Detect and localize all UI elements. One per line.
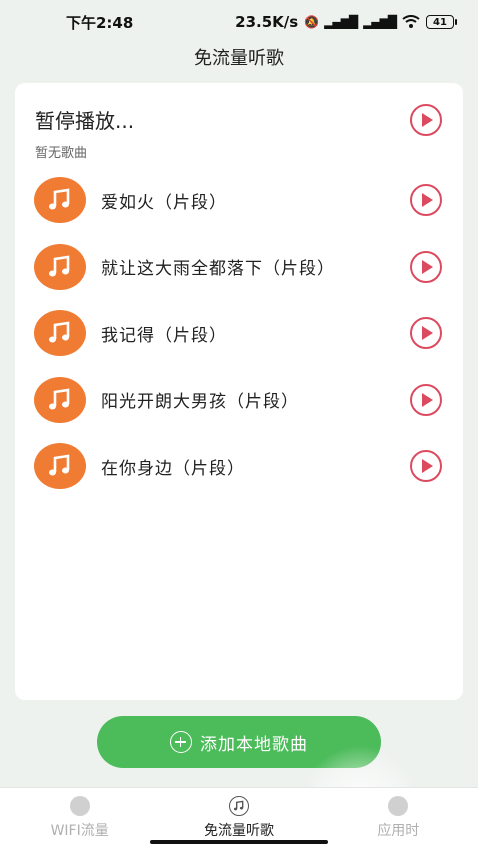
song-list: 爱如火（片段） 就让这大雨全都落下（片段） 我记得（片段） 阳光开朗大男孩（片段… (15, 167, 463, 500)
wifi-icon (402, 15, 420, 28)
list-item[interactable]: 在你身边（片段） (15, 433, 463, 500)
song-card: 暂停播放... 暂无歌曲 爱如火（片段） 就让这大雨全都落下（片段） 我记得（片… (15, 83, 463, 700)
app-time-tab-icon (388, 796, 409, 816)
play-icon (422, 259, 433, 274)
music-note-icon (34, 243, 86, 290)
mute-icon: 🔕 (304, 15, 319, 29)
status-bar: 下午2:48 23.5K/s 🔕 ▂▄▆█ ▂▄▆█ 41 (0, 0, 478, 44)
tab-label: 免流量听歌 (203, 823, 274, 839)
wifi-tab-icon (69, 796, 90, 816)
song-title: 爱如火（片段） (101, 192, 227, 213)
tab-wifi-traffic[interactable]: WIFI流量 (0, 788, 159, 850)
now-playing-subtitle: 暂无歌曲 (35, 146, 88, 161)
home-indicator (150, 840, 328, 844)
play-icon (422, 392, 433, 407)
list-item[interactable]: 爱如火（片段） (15, 167, 463, 234)
signal-icon: ▂▄▆█ (324, 15, 358, 29)
music-note-icon (34, 310, 86, 357)
battery-icon: 41 (426, 15, 457, 29)
music-note-icon (34, 443, 86, 490)
play-icon (422, 113, 433, 127)
status-right: 23.5K/s 🔕 ▂▄▆█ ▂▄▆█ 41 (235, 13, 457, 31)
play-icon (422, 326, 433, 341)
status-time: 下午2:48 (66, 13, 134, 32)
network-speed: 23.5K/s (235, 13, 299, 31)
plus-circle-icon (170, 731, 192, 753)
tab-app-time[interactable]: 应用时 (319, 788, 478, 850)
tab-label: 应用时 (377, 823, 420, 839)
signal-icon-2: ▂▄▆█ (363, 15, 397, 29)
song-play-button[interactable] (410, 184, 442, 217)
song-play-button[interactable] (410, 250, 442, 283)
now-playing-play-button[interactable] (410, 104, 442, 136)
music-note-icon (34, 376, 86, 423)
song-play-button[interactable] (410, 450, 442, 483)
tab-label: WIFI流量 (50, 823, 109, 839)
battery-level: 41 (433, 16, 447, 28)
add-local-song-button[interactable]: 添加本地歌曲 (97, 716, 381, 768)
add-local-song-label: 添加本地歌曲 (200, 734, 308, 755)
play-icon (422, 459, 433, 474)
song-title: 阳光开朗大男孩（片段） (101, 392, 299, 413)
page-title: 免流量听歌 (194, 48, 284, 69)
music-note-icon (34, 177, 86, 224)
song-play-button[interactable] (410, 317, 442, 350)
music-tab-icon (228, 796, 249, 816)
list-item[interactable]: 阳光开朗大男孩（片段） (15, 367, 463, 434)
now-playing: 暂停播放... 暂无歌曲 (35, 105, 134, 161)
song-title: 在你身边（片段） (101, 458, 245, 479)
song-title: 我记得（片段） (101, 325, 227, 346)
song-title: 就让这大雨全都落下（片段） (101, 259, 335, 280)
play-icon (422, 193, 433, 208)
list-item[interactable]: 我记得（片段） (15, 300, 463, 367)
now-playing-title: 暂停播放... (35, 109, 135, 133)
list-item[interactable]: 就让这大雨全都落下（片段） (15, 234, 463, 301)
song-play-button[interactable] (410, 383, 442, 416)
